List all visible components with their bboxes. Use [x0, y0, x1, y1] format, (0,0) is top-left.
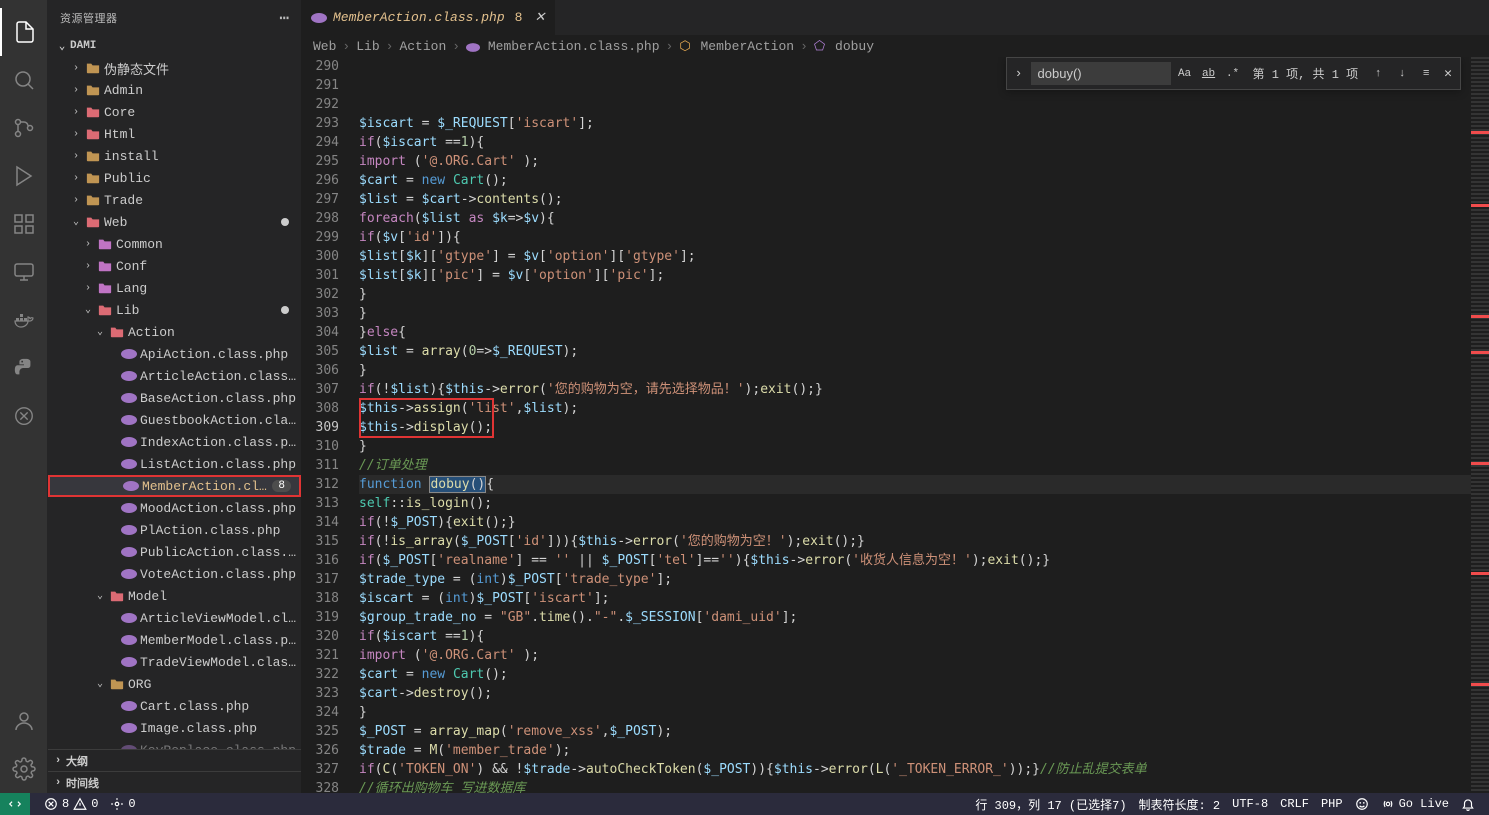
- tree-folder[interactable]: ›install: [48, 145, 301, 167]
- python-icon[interactable]: [0, 344, 48, 392]
- tree-folder[interactable]: ›Conf: [48, 255, 301, 277]
- tree-file[interactable]: ApiAction.class.php: [48, 343, 301, 365]
- tree-file[interactable]: Image.class.php: [48, 717, 301, 739]
- status-encoding[interactable]: UTF-8: [1226, 797, 1274, 811]
- find-widget: › Aa ab .* 第 1 项, 共 1 项 ↑ ↓ ≡ ✕: [1006, 57, 1461, 90]
- tree-file[interactable]: MoodAction.class.php: [48, 497, 301, 519]
- breadcrumb-segment[interactable]: Web: [313, 39, 336, 54]
- status-bell-icon[interactable]: [1455, 797, 1481, 811]
- regex-icon[interactable]: .*: [1223, 64, 1243, 84]
- docker-icon[interactable]: [0, 296, 48, 344]
- remote-indicator[interactable]: [0, 793, 30, 815]
- tree-file[interactable]: IndexAction.class.php: [48, 431, 301, 453]
- tree-folder[interactable]: ›Core: [48, 101, 301, 123]
- tree-folder[interactable]: ⌄ORG: [48, 673, 301, 695]
- account-icon[interactable]: [0, 697, 48, 745]
- project-name: DAMI: [70, 40, 96, 52]
- run-debug-icon[interactable]: [0, 152, 48, 200]
- tree-file[interactable]: VoteAction.class.php: [48, 563, 301, 585]
- tree-file[interactable]: KeyReplace.class.php: [48, 739, 301, 749]
- tree-file[interactable]: ArticleAction.class.php: [48, 365, 301, 387]
- sidebar-title: 资源管理器: [60, 10, 279, 26]
- tree-folder[interactable]: ›Admin: [48, 79, 301, 101]
- tree-file[interactable]: GuestbookAction.class.php: [48, 409, 301, 431]
- breadcrumb[interactable]: Web›Lib›Action› MemberAction.class.php›⬡…: [301, 35, 1489, 57]
- find-input[interactable]: [1031, 62, 1171, 85]
- breadcrumb-segment[interactable]: ⬡ MemberAction: [679, 39, 794, 54]
- status-tabsize[interactable]: 制表符长度: 2: [1133, 796, 1227, 813]
- sidebar-header: 资源管理器 ⋯: [48, 0, 301, 35]
- tree-file[interactable]: MemberModel.class.php: [48, 629, 301, 651]
- explorer-icon[interactable]: [0, 8, 48, 56]
- tab-close-icon[interactable]: ✕: [534, 10, 545, 25]
- find-next-icon[interactable]: ↓: [1392, 64, 1412, 84]
- breadcrumb-segment[interactable]: Action: [399, 39, 446, 54]
- whole-word-icon[interactable]: ab: [1199, 64, 1219, 84]
- tree-folder[interactable]: ›Lang: [48, 277, 301, 299]
- tabs-bar: MemberAction.class.php 8 ✕: [301, 0, 1489, 35]
- breadcrumb-segment[interactable]: ⬠ dobuy: [814, 39, 874, 54]
- tree-folder[interactable]: ›Html: [48, 123, 301, 145]
- status-errors[interactable]: 8 0: [38, 797, 104, 811]
- tree-folder[interactable]: ›Trade: [48, 189, 301, 211]
- tree-file[interactable]: ArticleViewModel.class.php: [48, 607, 301, 629]
- outline-section[interactable]: › 大纲: [48, 749, 301, 771]
- tree-folder[interactable]: ⌄Lib: [48, 299, 301, 321]
- sidebar-more-icon[interactable]: ⋯: [279, 8, 289, 28]
- minimap[interactable]: [1471, 57, 1489, 793]
- editor-area: MemberAction.class.php 8 ✕ Web›Lib›Actio…: [301, 0, 1489, 793]
- code-editor[interactable]: $iscart = $_REQUEST['iscart'];if($iscart…: [359, 57, 1471, 793]
- tree-file[interactable]: ListAction.class.php: [48, 453, 301, 475]
- tree-file[interactable]: TradeViewModel.class.php: [48, 651, 301, 673]
- status-lang[interactable]: PHP: [1315, 797, 1349, 811]
- find-selection-icon[interactable]: ≡: [1416, 64, 1436, 84]
- project-header[interactable]: ⌄ DAMI: [48, 35, 301, 57]
- tree-folder[interactable]: ⌄Web: [48, 211, 301, 233]
- extensions-icon[interactable]: [0, 200, 48, 248]
- match-case-icon[interactable]: Aa: [1175, 64, 1195, 84]
- status-ports[interactable]: 0: [104, 797, 141, 811]
- status-feedback-icon[interactable]: [1349, 797, 1375, 811]
- status-golive[interactable]: Go Live: [1375, 797, 1455, 811]
- tree-file[interactable]: Cart.class.php: [48, 695, 301, 717]
- status-eol[interactable]: CRLF: [1274, 797, 1315, 811]
- activity-bar: [0, 0, 48, 793]
- tree-folder[interactable]: ⌄Model: [48, 585, 301, 607]
- editor-body: 2902912922932942952962972982993003013023…: [301, 57, 1489, 793]
- tab-badge: 8: [515, 10, 523, 25]
- php-file-icon: [311, 13, 327, 23]
- breadcrumb-segment[interactable]: Lib: [356, 39, 379, 54]
- source-control-icon[interactable]: [0, 104, 48, 152]
- tree-folder[interactable]: ⌄Action: [48, 321, 301, 343]
- sidebar: 资源管理器 ⋯ ⌄ DAMI ›伪静态文件›Admin›Core›Html›in…: [48, 0, 301, 793]
- settings-icon[interactable]: [0, 745, 48, 793]
- tree-folder[interactable]: ›伪静态文件: [48, 57, 301, 79]
- misc-icon[interactable]: [0, 392, 48, 440]
- tree-file[interactable]: PlAction.class.php: [48, 519, 301, 541]
- breadcrumb-segment[interactable]: MemberAction.class.php: [466, 39, 659, 54]
- chevron-down-icon: ⌄: [54, 39, 70, 53]
- file-tree: ›伪静态文件›Admin›Core›Html›install›Public›Tr…: [48, 57, 301, 749]
- tab-filename: MemberAction.class.php: [333, 10, 505, 25]
- tree-file[interactable]: PublicAction.class.php: [48, 541, 301, 563]
- tab-active[interactable]: MemberAction.class.php 8 ✕: [301, 0, 556, 35]
- tree-file[interactable]: MemberAction.class.php8: [48, 475, 301, 497]
- find-close-icon[interactable]: ✕: [1440, 66, 1456, 81]
- find-prev-icon[interactable]: ↑: [1368, 64, 1388, 84]
- remote-explorer-icon[interactable]: [0, 248, 48, 296]
- find-results: 第 1 项, 共 1 项: [1253, 65, 1359, 82]
- tree-folder[interactable]: ›Public: [48, 167, 301, 189]
- search-icon[interactable]: [0, 56, 48, 104]
- timeline-section[interactable]: › 时间线: [48, 771, 301, 793]
- status-position[interactable]: 行 309，列 17 (已选择7): [969, 796, 1132, 813]
- find-expand-icon[interactable]: ›: [1011, 66, 1027, 81]
- tree-folder[interactable]: ›Common: [48, 233, 301, 255]
- tree-file[interactable]: BaseAction.class.php: [48, 387, 301, 409]
- status-bar: 8 0 0 行 309，列 17 (已选择7) 制表符长度: 2 UTF-8 C…: [0, 793, 1489, 815]
- line-gutter: 2902912922932942952962972982993003013023…: [301, 57, 359, 793]
